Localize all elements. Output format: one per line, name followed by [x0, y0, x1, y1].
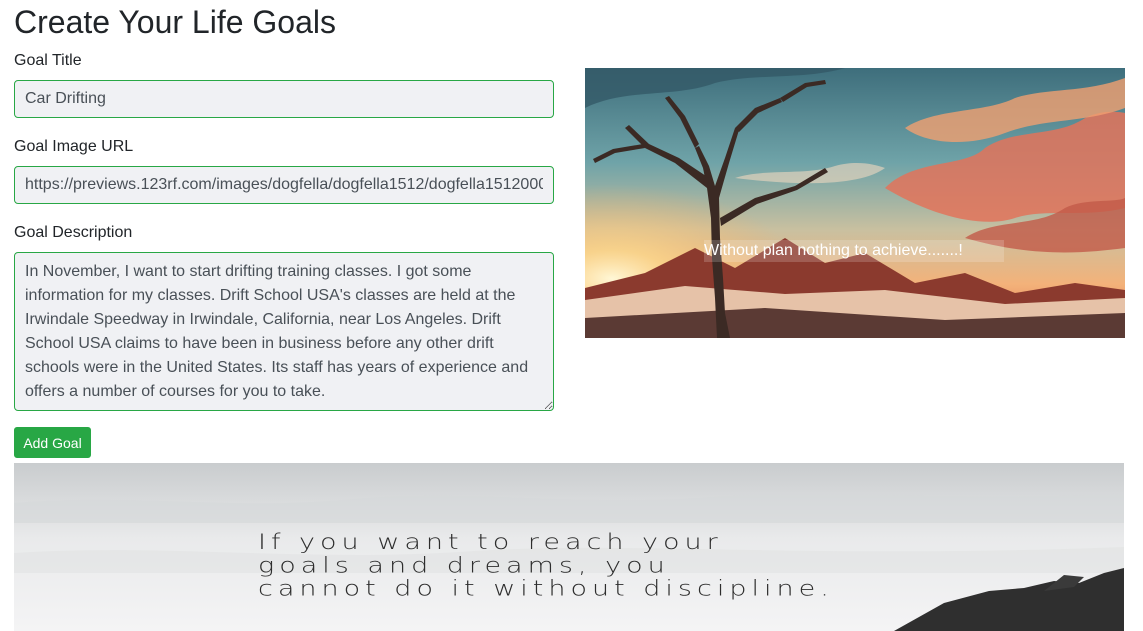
goal-image-url-label: Goal Image URL: [14, 138, 134, 155]
quote-line: goals and dreams, you: [258, 553, 670, 578]
goal-title-input[interactable]: [14, 80, 554, 118]
tree-sunset-landscape-icon: [585, 68, 1125, 338]
page-title: Create Your Life Goals: [14, 4, 336, 40]
add-goal-button[interactable]: Add Goal: [14, 427, 91, 458]
goal-title-label: Goal Title: [14, 52, 82, 69]
goal-description-label: Goal Description: [14, 224, 133, 241]
quote-line: If you want to reach your: [258, 530, 723, 555]
create-goal-page: Create Your Life Goals Goal Title Goal I…: [0, 0, 1143, 631]
motivation-banner: If you want to reach your goals and drea…: [14, 463, 1124, 631]
goal-image-preview: Without plan nothing to achieve.......!: [585, 68, 1125, 338]
goal-image-url-input[interactable]: [14, 166, 554, 204]
quote-line: cannot do it without discipline.: [258, 577, 834, 602]
motivation-quote: If you want to reach your goals and drea…: [258, 531, 898, 601]
goal-description-textarea[interactable]: In November, I want to start drifting tr…: [14, 252, 554, 411]
preview-caption: Without plan nothing to achieve.......!: [704, 240, 1004, 262]
